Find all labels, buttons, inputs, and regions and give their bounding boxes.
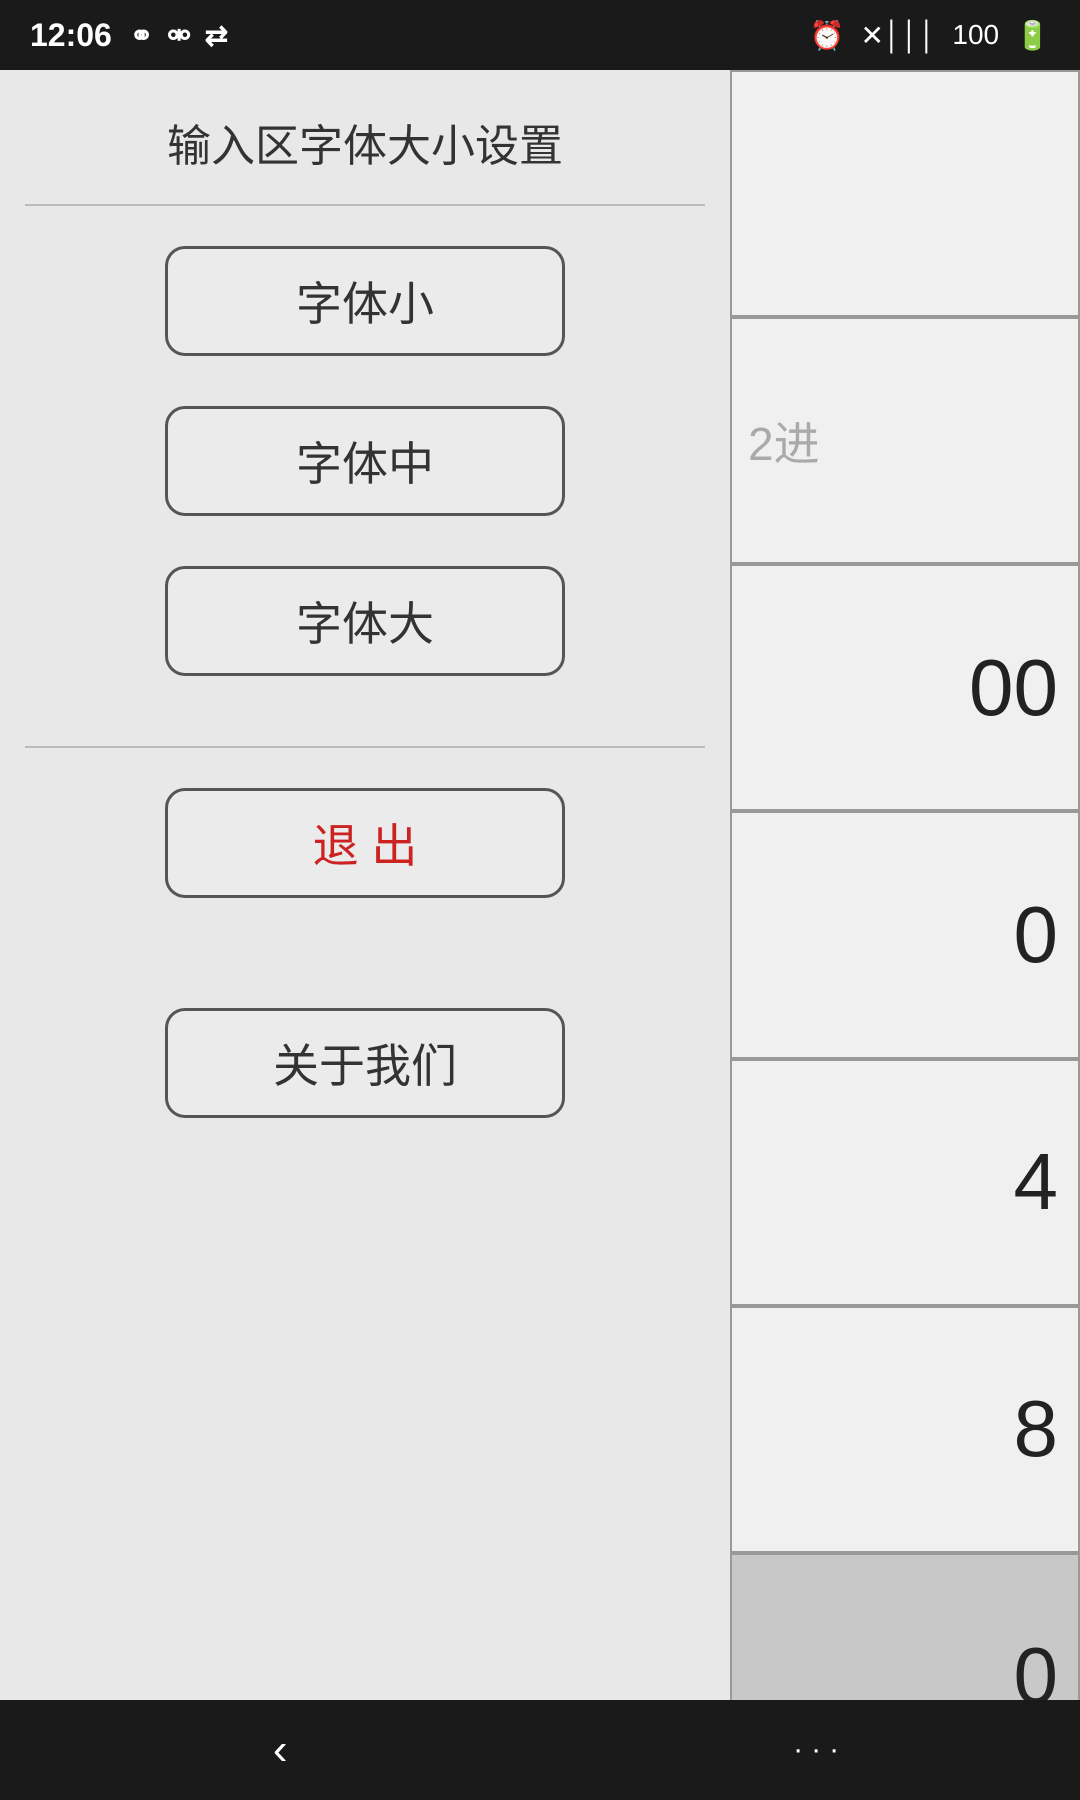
about-button[interactable]: 关于我们 — [165, 1008, 565, 1118]
usb-icon: ⇄ — [205, 19, 228, 52]
status-right: ⏰ ✕│││ 100 🔋 — [810, 19, 1050, 52]
calc-cell-8: 8 — [730, 1306, 1080, 1553]
right-panel: 2进 00 0 4 8 0 — [730, 70, 1080, 1800]
calc-cell-2jin: 2进 — [730, 317, 1080, 564]
font-large-button[interactable]: 字体大 — [165, 566, 565, 676]
calc-cell-00: 00 — [730, 564, 1080, 811]
status-bar: 12:06 ⚭ ⚮ ⇄ ⏰ ✕│││ 100 🔋 — [0, 0, 1080, 70]
settings-panel: 输入区字体大小设置 字体小 字体中 字体大 退 出 关于我们 — [0, 70, 730, 1800]
more-options-button[interactable]: ··· — [793, 1733, 847, 1767]
battery-icon: 🔋 — [1015, 19, 1050, 52]
exit-button[interactable]: 退 出 — [165, 788, 565, 898]
calc-cell-4: 4 — [730, 1059, 1080, 1306]
panel-title: 输入区字体大小设置 — [0, 70, 730, 204]
calc-cell-0: 0 — [730, 811, 1080, 1058]
signal-icon: ✕│││ — [860, 19, 936, 52]
status-icons: ⚭ ⚮ ⇄ — [130, 19, 228, 52]
alarm-icon: ⏰ — [810, 19, 845, 52]
bottom-nav-bar: ‹ ··· — [0, 1700, 1080, 1800]
font-medium-button[interactable]: 字体中 — [165, 406, 565, 516]
status-time: 12:06 — [30, 17, 112, 54]
chat-icon: ⚭ — [130, 19, 153, 52]
calc-cell-empty — [730, 70, 1080, 317]
person-icon: ⚮ — [167, 19, 190, 52]
back-button[interactable]: ‹ — [233, 1715, 328, 1785]
status-left: 12:06 ⚭ ⚮ ⇄ — [30, 17, 228, 54]
main-layout: 输入区字体大小设置 字体小 字体中 字体大 退 出 关于我们 2进 00 — [0, 70, 1080, 1800]
top-divider — [25, 204, 705, 206]
font-small-button[interactable]: 字体小 — [165, 246, 565, 356]
battery-level: 100 — [952, 19, 999, 51]
middle-divider — [25, 746, 705, 748]
